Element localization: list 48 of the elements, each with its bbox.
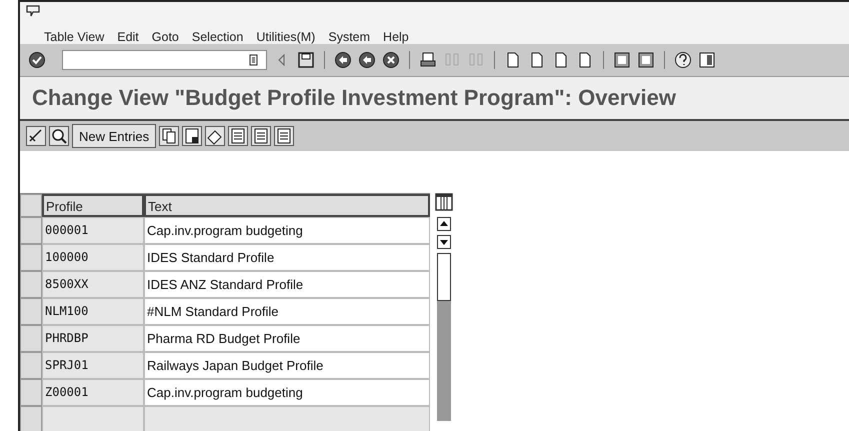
table-cell[interactable]: Railways Japan Budget Profile: [144, 352, 430, 379]
arrow-circle-icon[interactable]: [358, 51, 376, 69]
eraser-icon[interactable]: [205, 126, 226, 146]
column-header[interactable]: Profile: [42, 194, 144, 217]
list-icon[interactable]: [251, 126, 272, 146]
menu-item[interactable]: System: [328, 30, 370, 44]
menu-item[interactable]: Utilities(M): [256, 30, 316, 44]
menu-item[interactable]: Goto: [152, 30, 179, 44]
list-icon[interactable]: [274, 126, 294, 146]
checkmark-icon[interactable]: [28, 51, 46, 69]
scroll-down-icon[interactable]: [437, 235, 451, 249]
new-entries-button[interactable]: New Entries: [72, 124, 156, 148]
table-cell[interactable]: Cap.inv.program budgeting: [144, 379, 430, 406]
table-cell[interactable]: #NLM Standard Profile: [144, 298, 430, 325]
table-cell[interactable]: Pharma RD Budget Profile: [144, 325, 430, 352]
scroll-up-icon[interactable]: [437, 217, 451, 231]
screen-title: Change View "Budget Profile Investment Program": Overview: [32, 85, 676, 111]
menu-icon[interactable]: [26, 5, 40, 17]
command-field[interactable]: [62, 50, 267, 70]
window-icon[interactable]: [637, 51, 655, 69]
menu-item[interactable]: Edit: [117, 30, 139, 44]
magnifier-icon[interactable]: [49, 126, 69, 146]
table-cell: 000001: [42, 217, 144, 244]
table-cell[interactable]: IDES ANZ Standard Profile: [144, 271, 430, 298]
save-icon[interactable]: [297, 51, 315, 69]
menu-item[interactable]: Help: [383, 30, 409, 44]
table-cell: SPRJ01: [42, 352, 144, 379]
document-icon[interactable]: [182, 126, 202, 146]
layout-icon[interactable]: [698, 51, 716, 69]
copy-icon[interactable]: [159, 126, 180, 146]
table-cell: PHRDBP: [42, 325, 144, 352]
menu-item[interactable]: Selection: [192, 30, 244, 44]
help-icon[interactable]: [674, 51, 692, 69]
arrow-circle-icon[interactable]: [334, 51, 352, 69]
table-cell: NLM100: [42, 298, 144, 325]
column-settings-icon[interactable]: [435, 193, 453, 211]
window-icon[interactable]: [613, 51, 631, 69]
menu-item[interactable]: Table View: [44, 30, 104, 44]
table-cell[interactable]: Cap.inv.program budgeting: [144, 217, 430, 244]
scrollbar-thumb[interactable]: [437, 253, 451, 301]
table-cell: 100000: [42, 244, 144, 271]
table-cell[interactable]: IDES Standard Profile: [144, 244, 430, 271]
cancel-icon[interactable]: [382, 51, 400, 69]
table-cell: Z00001: [42, 379, 144, 406]
column-header[interactable]: Text: [144, 194, 430, 217]
print-icon[interactable]: [419, 51, 437, 69]
table-cell: 8500XX: [42, 271, 144, 298]
list-icon[interactable]: [228, 126, 248, 146]
